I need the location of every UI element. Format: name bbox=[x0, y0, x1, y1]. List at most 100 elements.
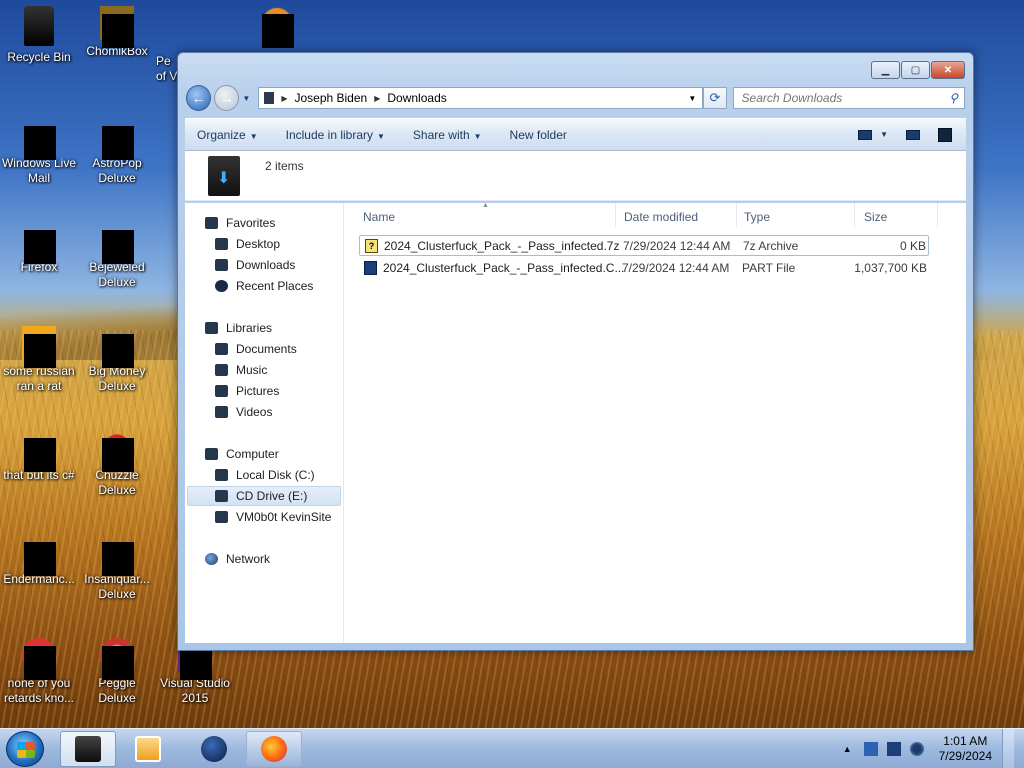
downloads-icon bbox=[215, 259, 228, 271]
close-button[interactable]: ✕ bbox=[931, 61, 965, 79]
desktop-icon-chomikbox[interactable]: ChomikBox bbox=[78, 6, 156, 59]
desktop-icon-firefox[interactable]: Firefox bbox=[0, 222, 78, 275]
column-divider[interactable] bbox=[736, 203, 737, 227]
show-hidden-icons-button[interactable]: ▲ bbox=[843, 744, 852, 754]
security-shield-icon[interactable] bbox=[863, 742, 878, 756]
forward-button[interactable]: → bbox=[214, 85, 240, 111]
file-row[interactable]: ? 2024_Clusterfuck_Pack_-_Pass_infected.… bbox=[359, 235, 929, 256]
firefox-icon bbox=[22, 222, 56, 264]
desktop-icon-label: Bejeweled Deluxe bbox=[89, 260, 145, 289]
clock[interactable]: 1:01 AM 7/29/2024 bbox=[939, 734, 992, 764]
clock-time: 1:01 AM bbox=[943, 734, 988, 748]
column-header-date[interactable]: Date modified bbox=[624, 203, 698, 230]
organize-button[interactable]: Organize ▼ bbox=[197, 128, 258, 142]
computer-icon bbox=[264, 92, 275, 104]
nav-videos[interactable]: Videos bbox=[215, 402, 272, 422]
nav-vm-share[interactable]: VM0b0t KevinSite bbox=[215, 507, 331, 527]
nav-computer[interactable]: Computer bbox=[205, 444, 279, 464]
desktop-icon-label: Visual Studio 2015 bbox=[160, 676, 230, 705]
app-icon bbox=[100, 638, 134, 680]
show-desktop-button[interactable] bbox=[1002, 729, 1014, 768]
search-input[interactable] bbox=[741, 91, 942, 105]
back-button[interactable]: ← bbox=[186, 85, 212, 111]
desktop-icon-label: Peggle Deluxe bbox=[98, 676, 136, 705]
maximize-button[interactable]: ▢ bbox=[901, 61, 930, 79]
desktop-icon-that-but-its-csharp[interactable]: that but its c# bbox=[0, 430, 78, 483]
minimize-button[interactable]: ▁ bbox=[871, 61, 900, 79]
7z-archive-icon: ? bbox=[365, 238, 378, 253]
desktop-icon-chuzzle[interactable]: Chuzzle Deluxe bbox=[78, 430, 156, 498]
nav-desktop[interactable]: Desktop bbox=[215, 234, 280, 254]
address-bar[interactable]: ▶ Joseph Biden ▶ Downloads ▼ bbox=[258, 87, 704, 109]
explorer-window[interactable]: ▁ ▢ ✕ ← → ▼ ▶ Joseph Biden ▶ Downloads ▼… bbox=[177, 52, 974, 651]
include-in-library-button[interactable]: Include in library ▼ bbox=[286, 128, 385, 142]
refresh-button[interactable]: ⟳ bbox=[703, 87, 727, 109]
network-status-icon[interactable] bbox=[886, 742, 901, 756]
column-divider[interactable] bbox=[937, 203, 938, 227]
file-name: 2024_Clusterfuck_Pack_-_Pass_infected.7z bbox=[384, 238, 620, 253]
taskbar-media-player-button[interactable] bbox=[120, 731, 176, 767]
address-dropdown-icon[interactable]: ▼ bbox=[688, 94, 696, 103]
breadcrumb-downloads[interactable]: Downloads bbox=[387, 91, 446, 105]
nav-recent-places[interactable]: Recent Places bbox=[215, 276, 313, 296]
nav-favorites[interactable]: Favorites bbox=[205, 213, 275, 233]
recent-pages-dropdown-icon[interactable]: ▼ bbox=[242, 94, 250, 103]
share-with-button[interactable]: Share with ▼ bbox=[413, 128, 482, 142]
file-list[interactable]: ▲ Name Date modified Type Size ? 2024_Cl… bbox=[345, 202, 966, 643]
preview-pane-button[interactable] bbox=[906, 129, 920, 140]
media-player-icon bbox=[135, 736, 161, 762]
column-divider[interactable] bbox=[854, 203, 855, 227]
start-button[interactable] bbox=[6, 731, 44, 767]
desktop-icon-bejeweled[interactable]: Bejeweled Deluxe bbox=[78, 222, 156, 290]
explorer-icon bbox=[75, 736, 101, 762]
taskbar-globe-button[interactable] bbox=[186, 731, 242, 767]
pictures-icon bbox=[215, 385, 228, 397]
download-arrow-icon: ⬇ bbox=[217, 170, 231, 187]
column-header-size[interactable]: Size bbox=[864, 203, 887, 230]
new-folder-button[interactable]: New folder bbox=[510, 128, 567, 142]
desktop-icon-astropop[interactable]: AstroPop Deluxe bbox=[78, 118, 156, 186]
nav-libraries[interactable]: Libraries bbox=[205, 318, 272, 338]
desktop-icon-windows-live-mail[interactable]: Windows Live Mail bbox=[0, 118, 78, 186]
desktop-icon-peggle[interactable]: Peggle Deluxe bbox=[78, 638, 156, 706]
desktop-icon-big-money[interactable]: Big Money Deluxe bbox=[78, 326, 156, 394]
app-icon bbox=[260, 6, 294, 48]
desktop-icon-insaniquarium[interactable]: Insaniquar... Deluxe bbox=[78, 534, 156, 602]
file-row[interactable]: 2024_Clusterfuck_Pack_-_Pass_infected.C.… bbox=[359, 257, 929, 278]
part-file-icon bbox=[364, 260, 377, 275]
desktop-icon-top-right[interactable] bbox=[238, 6, 316, 48]
nav-pictures[interactable]: Pictures bbox=[215, 381, 279, 401]
search-icon[interactable]: ⚲ bbox=[949, 91, 958, 105]
help-button[interactable] bbox=[938, 127, 952, 142]
nav-documents[interactable]: Documents bbox=[215, 339, 297, 359]
nav-cd-drive[interactable]: CD Drive (E:) bbox=[187, 486, 341, 506]
navigation-bar: ← → ▼ ▶ Joseph Biden ▶ Downloads ▼ ⟳ ⚲ bbox=[186, 84, 965, 112]
taskbar-explorer-button[interactable] bbox=[60, 731, 116, 767]
app-icon bbox=[100, 430, 134, 472]
nav-label: Downloads bbox=[236, 258, 296, 272]
search-box[interactable]: ⚲ bbox=[732, 87, 965, 109]
music-icon bbox=[215, 364, 228, 376]
desktop-icon-endermanc[interactable]: Endermanc... bbox=[0, 534, 78, 587]
nav-network[interactable]: Network bbox=[205, 549, 270, 569]
desktop-icon-label: Recycle Bin bbox=[7, 50, 71, 64]
desktop-icon-some-russian[interactable]: some russian ran a rat bbox=[0, 326, 78, 394]
taskbar-firefox-button[interactable] bbox=[246, 731, 302, 767]
volume-icon[interactable] bbox=[909, 742, 924, 756]
nav-local-disk[interactable]: Local Disk (C:) bbox=[215, 465, 315, 485]
desktop-icon-label: Chuzzle Deluxe bbox=[95, 468, 139, 497]
desktop-icon-none-of-you[interactable]: none of you retards kno... bbox=[0, 638, 78, 706]
desktop-icon-recycle-bin[interactable]: Recycle Bin bbox=[0, 6, 78, 65]
file-date: 7/29/2024 12:44 AM bbox=[622, 260, 730, 275]
nav-downloads[interactable]: Downloads bbox=[215, 255, 295, 275]
column-header-type[interactable]: Type bbox=[744, 203, 770, 230]
breadcrumb-separator-icon[interactable]: ▶ bbox=[281, 94, 287, 103]
nav-music[interactable]: Music bbox=[215, 360, 267, 380]
change-view-button[interactable]: ▼ bbox=[858, 129, 888, 140]
column-divider[interactable] bbox=[615, 203, 616, 227]
app-icon bbox=[22, 534, 56, 576]
column-header-name[interactable]: Name bbox=[363, 203, 395, 230]
navigation-pane[interactable]: Favorites Desktop Downloads Recent Place… bbox=[185, 203, 344, 643]
breadcrumb-separator-icon[interactable]: ▶ bbox=[374, 94, 380, 103]
breadcrumb-joseph-biden[interactable]: Joseph Biden bbox=[294, 91, 367, 105]
